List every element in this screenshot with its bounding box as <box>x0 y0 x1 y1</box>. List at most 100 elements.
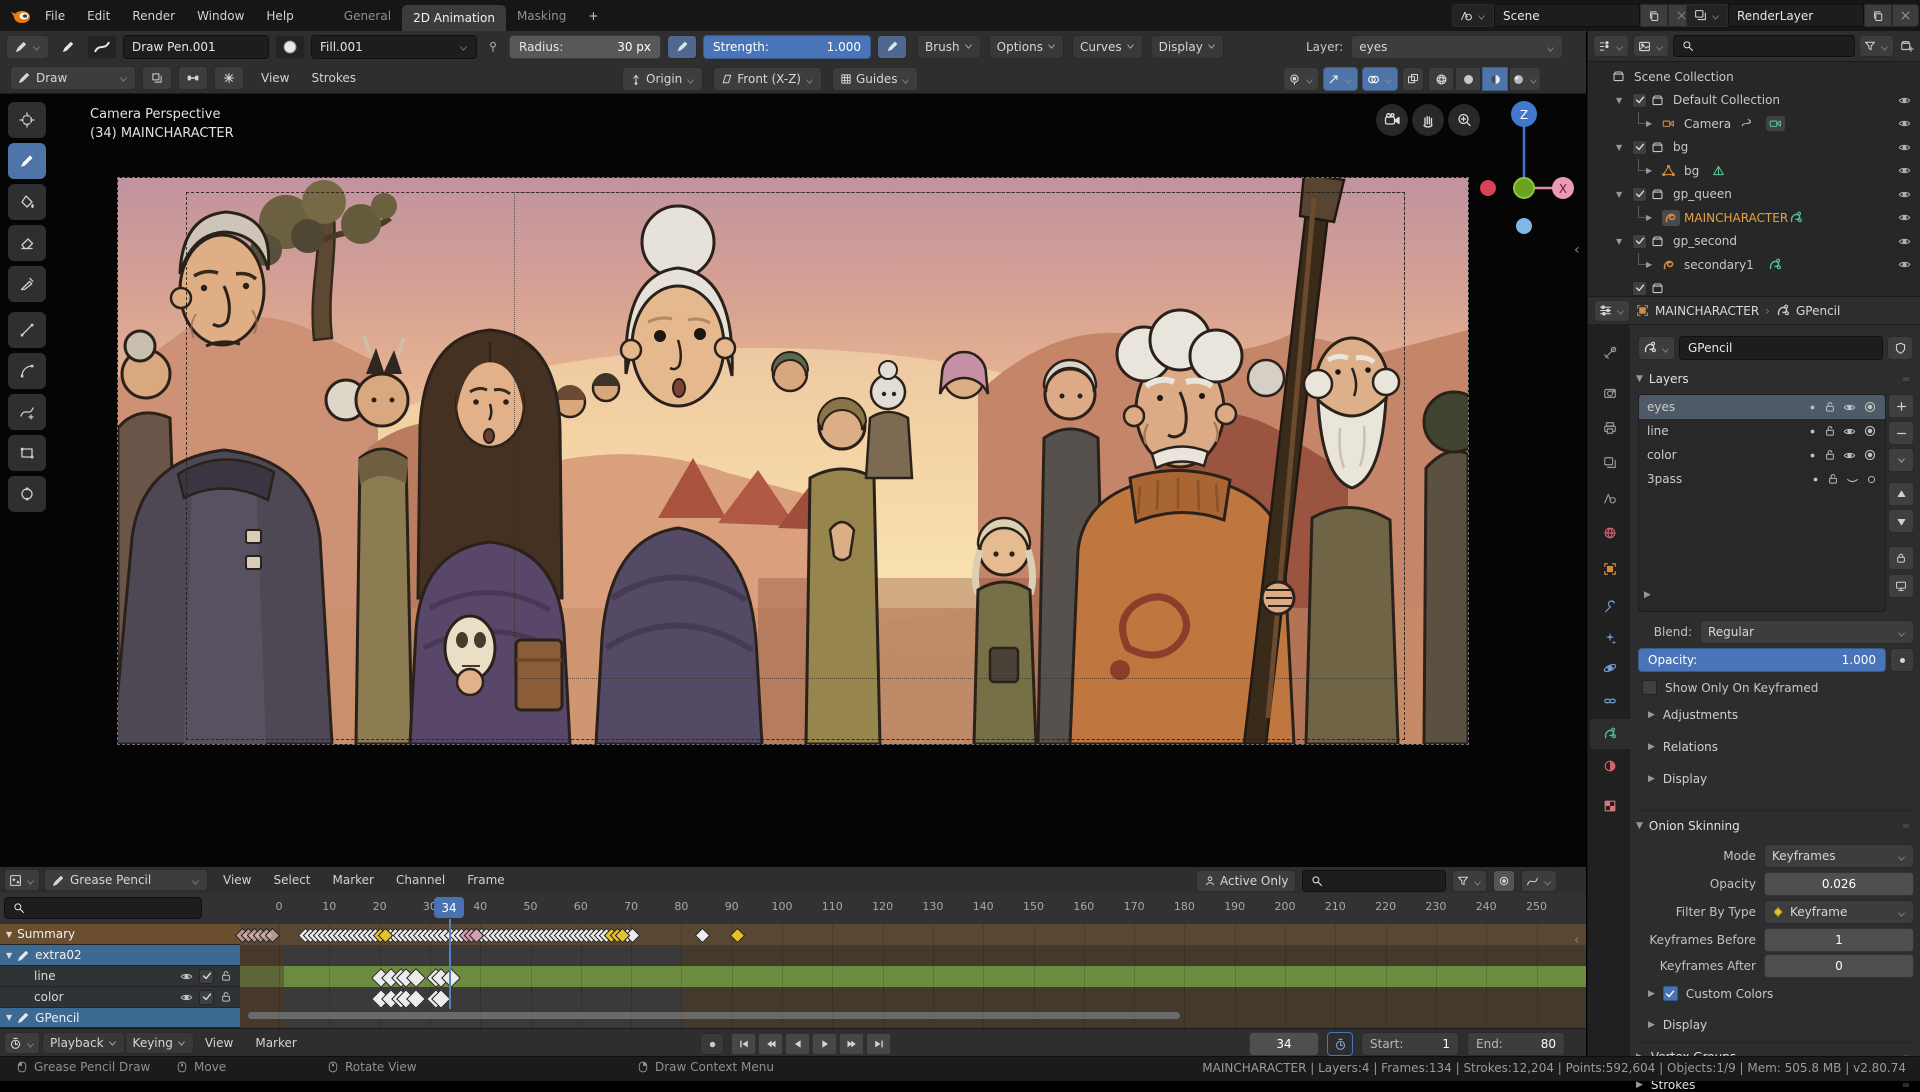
onion-opacity-field[interactable]: 0.026 <box>1764 872 1914 896</box>
popover-curves[interactable]: Curves <box>1072 35 1143 59</box>
layer-onion-icon[interactable] <box>1863 448 1877 462</box>
outliner-row-camera[interactable]: ▶Camera <box>1588 112 1920 135</box>
onion-mode-dropdown[interactable]: Keyframes <box>1764 844 1914 868</box>
outliner-row-gp_queen[interactable]: ▼gp_queen <box>1588 183 1920 206</box>
next-keyframe-button[interactable] <box>839 1033 864 1055</box>
layer-list-expand[interactable]: ▶ <box>1644 590 1651 600</box>
subpanel-relations[interactable]: ▶Relations <box>1648 740 1718 754</box>
multiframe-toggle[interactable] <box>142 66 172 90</box>
origin-popover[interactable]: Origin <box>622 67 703 91</box>
properties-tab-object[interactable] <box>1590 554 1630 584</box>
move-layer-up-button[interactable] <box>1888 482 1914 506</box>
playhead-line[interactable] <box>449 919 451 1009</box>
properties-tab-world[interactable] <box>1590 518 1630 548</box>
scene-copy-button[interactable] <box>1640 4 1668 27</box>
channel-lock-icon[interactable] <box>220 991 232 1003</box>
dopesheet-mode-dropdown[interactable]: Grease Pencil <box>44 869 208 891</box>
lock-icon[interactable] <box>1827 473 1839 485</box>
viewport-3d[interactable]: Draw ViewStrokes Origin Front (X-Z) Guid… <box>0 62 1586 867</box>
scene-name-field[interactable]: Scene <box>1494 4 1640 27</box>
tool-arc[interactable] <box>8 353 46 389</box>
view-layer-remove-button[interactable] <box>1892 4 1919 27</box>
outliner-row-bg[interactable]: ▼bg <box>1588 136 1920 159</box>
jump-end-button[interactable] <box>866 1033 891 1055</box>
channel-use-checkbox[interactable] <box>199 969 214 984</box>
fake-user-button[interactable] <box>1887 336 1913 360</box>
hide-toggle-eye-icon[interactable] <box>1898 94 1911 107</box>
remove-layer-button[interactable] <box>1888 421 1914 445</box>
layer-opacity-slider[interactable]: Opacity: 1.000 <box>1638 648 1886 672</box>
channel-row-color[interactable]: color <box>0 987 1586 1008</box>
move-layer-down-button[interactable] <box>1888 509 1914 533</box>
properties-tab-constraints[interactable] <box>1590 686 1630 716</box>
menu-edit[interactable]: Edit <box>76 9 121 23</box>
disclosure-open[interactable]: ▼ <box>1616 237 1622 246</box>
show-only-on-keyframed-checkbox[interactable] <box>1642 680 1657 695</box>
disclosure-closed[interactable]: ▶ <box>1646 166 1652 175</box>
properties-tab-render[interactable] <box>1590 378 1630 408</box>
channel-row-line[interactable]: line <box>0 966 1586 987</box>
dopesheet-menu-select[interactable]: Select <box>262 873 321 887</box>
channel-hide-icon[interactable] <box>180 970 193 983</box>
xray-toggle[interactable] <box>1402 67 1424 91</box>
object-visibility-dropdown[interactable] <box>1283 67 1319 91</box>
properties-tab-effects[interactable] <box>1590 623 1630 653</box>
lock-frame-button[interactable] <box>1888 546 1914 570</box>
layer-specials-button[interactable] <box>1888 448 1914 472</box>
strength-pressure-button[interactable] <box>877 35 907 59</box>
gpencil-datablock-dropdown[interactable] <box>1638 336 1675 360</box>
outliner-row-maincharacter[interactable]: ▶MAINCHARACTER <box>1588 206 1920 229</box>
shading-rendered-button[interactable] <box>1509 67 1541 91</box>
properties-tab-texture[interactable] <box>1590 791 1630 821</box>
blender-logo-icon[interactable] <box>8 6 34 26</box>
keyframes-before-field[interactable]: 1 <box>1764 928 1914 952</box>
properties-tab-scene[interactable] <box>1590 483 1630 513</box>
mask-dot-icon[interactable] <box>1808 451 1817 460</box>
play-reverse-button[interactable] <box>785 1033 810 1055</box>
tool-circle[interactable] <box>8 476 46 512</box>
timeline-keying-popover[interactable]: Keying <box>125 1032 194 1054</box>
breadcrumb-object[interactable]: MAINCHARACTER <box>1655 304 1759 318</box>
filter-by-type-dropdown[interactable]: Keyframe <box>1764 900 1914 924</box>
properties-tab-modifiers[interactable] <box>1590 591 1630 621</box>
tool-popover-button[interactable] <box>6 35 49 59</box>
hide-toggle-eye-icon[interactable] <box>1898 117 1911 130</box>
interpolation-dropdown[interactable] <box>1521 870 1557 892</box>
outliner-display-mode-dropdown[interactable] <box>1593 35 1629 57</box>
onion-display-label[interactable]: Display <box>1663 1018 1707 1032</box>
tool-cutter[interactable] <box>8 266 46 302</box>
properties-tab-data[interactable] <box>1590 719 1630 749</box>
outliner-row-secondary1[interactable]: ▶secondary1 <box>1588 253 1920 276</box>
hide-toggle-eye-icon[interactable] <box>1898 211 1911 224</box>
strength-slider[interactable]: Strength: 1.000 <box>703 35 871 59</box>
layers-disclosure[interactable]: ▼ <box>1636 374 1643 384</box>
breadcrumb-data[interactable]: GPencil <box>1796 304 1840 318</box>
drawing-plane-popover[interactable]: Front (X-Z) <box>713 67 822 91</box>
disclosure-closed[interactable]: ▶ <box>1646 213 1652 222</box>
pan-hand-gizmo[interactable] <box>1412 104 1444 136</box>
play-button[interactable] <box>812 1033 837 1055</box>
gpencil-datablock-name[interactable]: GPencil <box>1679 336 1883 360</box>
onion-disclosure[interactable]: ▼ <box>1636 821 1643 831</box>
disclosure-open[interactable]: ▼ <box>1616 190 1622 199</box>
disclosure-closed[interactable]: ▶ <box>1646 260 1652 269</box>
dopesheet-ruler[interactable]: 0102030405060708090100110120130140150160… <box>0 893 1586 925</box>
layer-onion-icon[interactable] <box>1863 400 1877 414</box>
record-button[interactable] <box>700 1033 724 1055</box>
proportional-edit-toggle[interactable] <box>1493 870 1515 892</box>
hide-toggle-eye-icon[interactable] <box>1898 188 1911 201</box>
view-layer-type-dropdown[interactable] <box>1686 4 1728 27</box>
overlays-toggle[interactable] <box>1362 67 1398 91</box>
active-only-toggle[interactable]: Active Only <box>1196 870 1296 892</box>
tool-cursor[interactable] <box>8 102 46 138</box>
timeline-menu-marker[interactable]: Marker <box>244 1036 307 1050</box>
viewport-menu-view[interactable]: View <box>250 71 300 85</box>
timeline-menu-view[interactable]: View <box>194 1036 244 1050</box>
gizmo-toggle[interactable] <box>1323 67 1358 91</box>
dopesheet-search-input[interactable] <box>1302 870 1446 892</box>
scene-type-dropdown[interactable] <box>1452 4 1494 27</box>
lock-icon[interactable] <box>1824 449 1836 461</box>
collection-checkbox[interactable] <box>1632 187 1647 202</box>
radius-pressure-button[interactable] <box>667 35 697 59</box>
add-layer-button[interactable] <box>1888 394 1914 418</box>
